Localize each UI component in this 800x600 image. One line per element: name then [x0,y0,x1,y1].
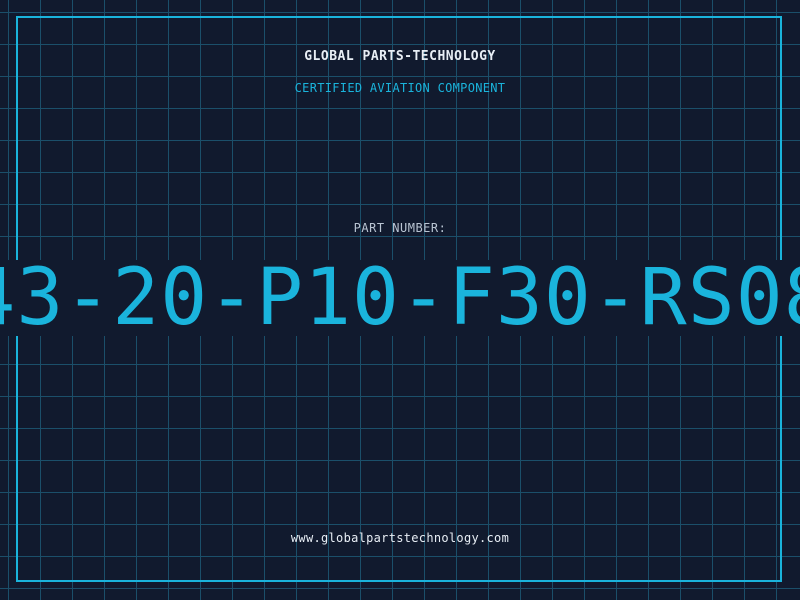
part-number-label: PART NUMBER: [353,221,447,235]
part-number-band: 43-20-P10-F30-RS08 [0,260,800,336]
brand-tagline: CERTIFIED AVIATION COMPONENT [294,81,506,95]
part-label-card: GLOBAL PARTS-TECHNOLOGY CERTIFIED AVIATI… [0,0,800,600]
brand-name: GLOBAL PARTS-TECHNOLOGY [304,49,496,64]
part-number-value: 43-20-P10-F30-RS08 [0,260,800,336]
website-url: www.globalpartstechnology.com [290,531,510,545]
